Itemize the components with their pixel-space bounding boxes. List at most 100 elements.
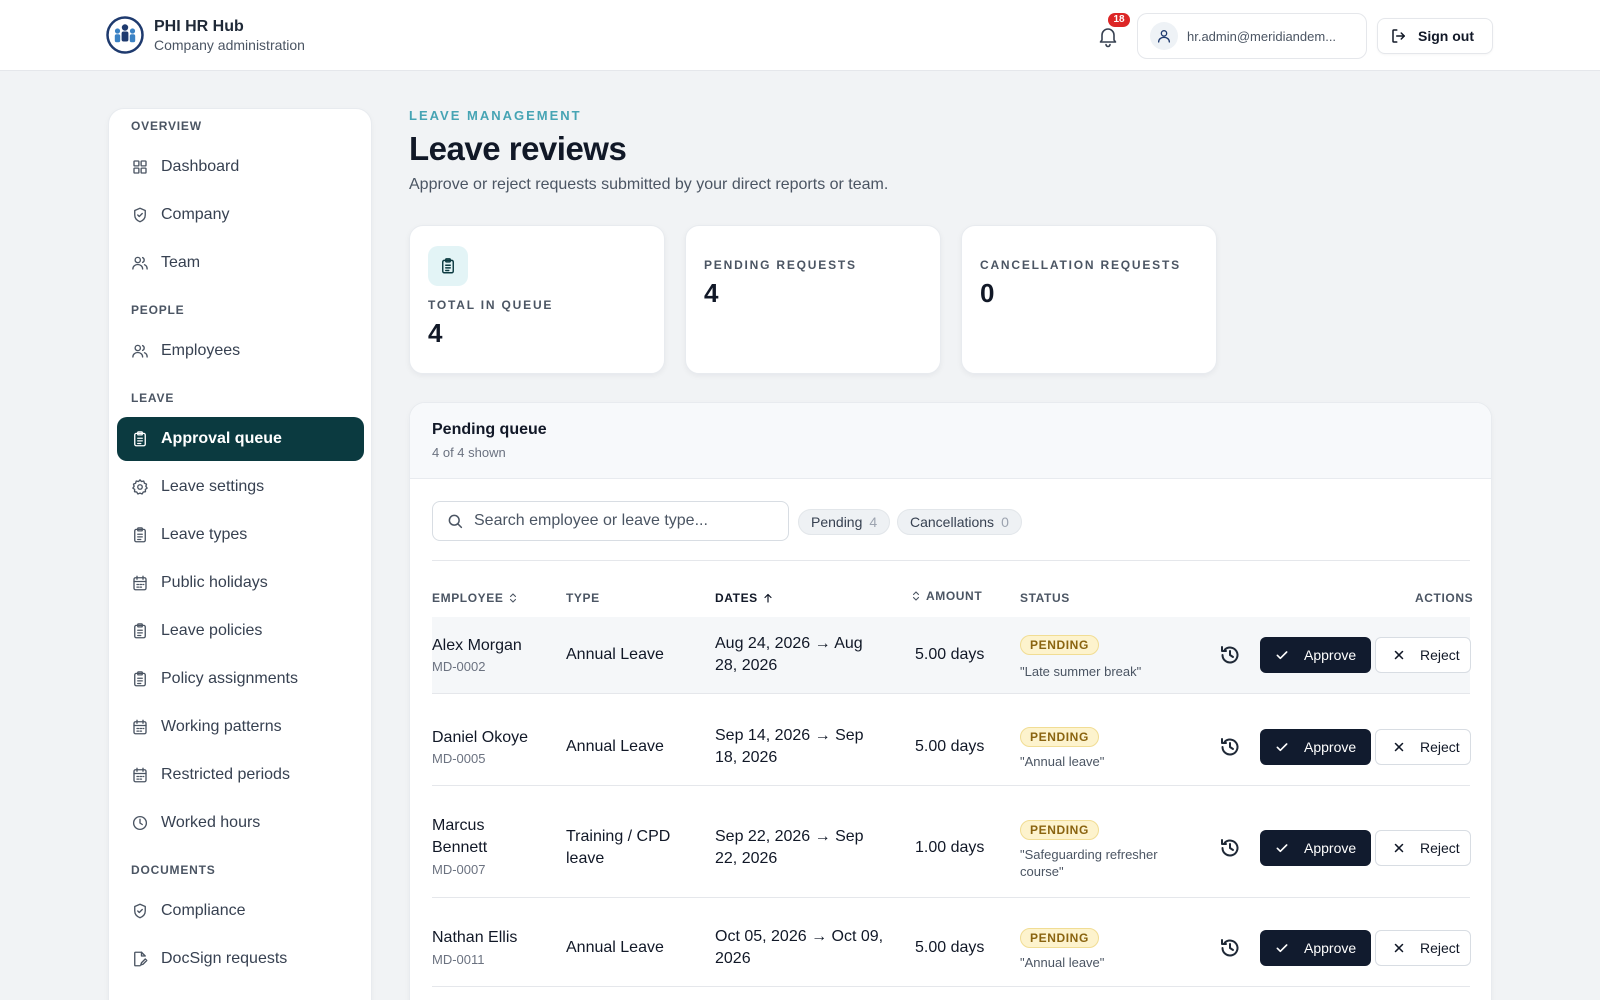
sidebar-item-label: Team — [161, 254, 201, 271]
column-header-amount[interactable]: AMOUNT — [910, 589, 982, 603]
reject-label: Reject — [1420, 647, 1460, 663]
sidebar-item-label: Policy assignments — [161, 670, 298, 687]
leave-type: Annual Leave — [566, 646, 664, 663]
sign-out-button[interactable]: Sign out — [1377, 18, 1493, 54]
reject-button[interactable]: Reject — [1375, 830, 1471, 866]
sidebar-item-approval-queue[interactable]: Approval queue — [117, 417, 364, 461]
approve-button[interactable]: Approve — [1260, 637, 1371, 673]
user-menu[interactable]: hr.admin@meridiandem... — [1137, 13, 1367, 59]
avatar — [1150, 22, 1178, 50]
stat-card-total: TOTAL IN QUEUE 4 — [409, 225, 665, 374]
search-input[interactable] — [474, 512, 764, 530]
approve-button[interactable]: Approve — [1260, 830, 1371, 866]
queue-header: Pending queue 4 of 4 shown — [410, 403, 1491, 479]
history-icon[interactable] — [1218, 836, 1242, 860]
page-title: Leave reviews — [409, 130, 627, 167]
check-icon — [1276, 651, 1288, 660]
clipboard-icon — [134, 527, 146, 543]
reject-label: Reject — [1420, 739, 1460, 755]
employee-name[interactable]: Nathan Ellis — [432, 929, 517, 947]
employee-name[interactable]: Alex Morgan — [432, 637, 522, 655]
sign-out-label: Sign out — [1418, 28, 1474, 44]
sidebar-item-leave-types[interactable]: Leave types — [117, 513, 364, 557]
stat-value: 4 — [428, 318, 443, 348]
shield-check-icon — [134, 903, 146, 919]
users-icon — [132, 256, 148, 270]
column-header-actions: ACTIONS — [1415, 591, 1473, 605]
clipboard-icon — [134, 623, 146, 639]
sidebar-item-leave-policies[interactable]: Leave policies — [117, 609, 364, 653]
sidebar-item-company[interactable]: Company — [117, 193, 364, 237]
brand[interactable]: PHI HR Hub Company administration — [106, 16, 305, 54]
sidebar-item-label: Approval queue — [161, 430, 282, 447]
request-note: "Late summer break" — [1020, 664, 1142, 679]
brand-logo-icon — [106, 16, 144, 54]
filter-chip-cancellations[interactable]: Cancellations 0 — [897, 509, 1022, 535]
employee-name[interactable]: Daniel Okoye — [432, 729, 528, 747]
sidebar-item-team[interactable]: Team — [117, 241, 364, 285]
leave-dates-end: 18, 2026 — [715, 749, 778, 766]
leave-dates-end: 22, 2026 — [715, 850, 778, 867]
sidebar-item-label: Compliance — [161, 902, 246, 919]
chip-count: 0 — [1001, 514, 1009, 530]
bell-icon[interactable] — [1096, 24, 1120, 48]
leave-dates-start: Sep 22, 2026 → Sep — [715, 828, 864, 845]
reject-button[interactable]: Reject — [1375, 930, 1471, 966]
column-header-type: TYPE — [566, 591, 600, 605]
chip-count: 4 — [869, 514, 878, 530]
search-icon — [448, 514, 463, 529]
stat-card-pending: PENDING REQUESTS 4 — [685, 225, 941, 374]
history-icon[interactable] — [1218, 643, 1242, 667]
page-subtitle: Approve or reject requests submitted by … — [409, 176, 889, 193]
sidebar-item-label: DocSign requests — [161, 950, 288, 967]
reject-button[interactable]: Reject — [1375, 729, 1471, 765]
employee-name-first[interactable]: Marcus — [432, 817, 484, 835]
sort-icon — [912, 591, 920, 601]
reject-button[interactable]: Reject — [1375, 637, 1471, 673]
history-icon[interactable] — [1218, 936, 1242, 960]
grid-icon — [133, 160, 147, 174]
section-label-documents: DOCUMENTS — [131, 863, 216, 877]
search-box[interactable] — [432, 501, 789, 541]
sidebar-item-leave-settings[interactable]: Leave settings — [117, 465, 364, 509]
history-icon[interactable] — [1218, 735, 1242, 759]
sidebar-item-compliance[interactable]: Compliance — [117, 889, 364, 933]
approve-label: Approve — [1304, 647, 1357, 663]
brand-subtitle: Company administration — [154, 36, 305, 53]
stat-value: 4 — [704, 278, 719, 308]
sidebar-item-worked-hours[interactable]: Worked hours — [117, 801, 364, 845]
sidebar-item-policy-assignments[interactable]: Policy assignments — [117, 657, 364, 701]
request-note-line1: "Safeguarding refresher — [1020, 847, 1158, 862]
stat-icon-wrap — [428, 246, 468, 286]
row-divider — [432, 897, 1470, 898]
section-label-leave: LEAVE — [131, 391, 175, 405]
approve-button[interactable]: Approve — [1260, 729, 1371, 765]
employee-name-last[interactable]: Bennett — [432, 839, 487, 857]
sidebar-item-restricted-periods[interactable]: Restricted periods — [117, 753, 364, 797]
chip-label: Cancellations — [910, 514, 995, 530]
request-note-line2: course" — [1020, 864, 1064, 879]
leave-dates-start: Aug 24, 2026 → Aug — [715, 635, 863, 652]
column-label: EMPLOYEE — [432, 591, 504, 605]
employee-id: MD-0011 — [432, 952, 485, 967]
divider — [432, 560, 1470, 561]
column-header-employee[interactable]: EMPLOYEE — [432, 591, 519, 605]
sidebar-item-dashboard[interactable]: Dashboard — [117, 145, 364, 189]
column-header-dates[interactable]: DATES — [715, 591, 774, 605]
sidebar-item-public-holidays[interactable]: Public holidays — [117, 561, 364, 605]
close-icon — [1394, 742, 1404, 752]
sidebar-item-label: Restricted periods — [161, 766, 290, 783]
sidebar-item-employees[interactable]: Employees — [117, 329, 364, 373]
filter-chip-pending[interactable]: Pending 4 — [798, 509, 891, 535]
leave-type-line1: Training / CPD — [566, 828, 671, 845]
sidebar-item-docsign-requests[interactable]: DocSign requests — [117, 937, 364, 981]
sidebar-item-working-patterns[interactable]: Working patterns — [117, 705, 364, 749]
approve-button[interactable]: Approve — [1260, 930, 1371, 966]
row-divider — [432, 785, 1470, 786]
page-eyebrow: LEAVE MANAGEMENT — [409, 108, 582, 123]
request-note: "Annual leave" — [1020, 955, 1105, 970]
document-sign-icon — [134, 951, 148, 967]
stat-value: 0 — [980, 278, 995, 308]
leave-amount: 5.00 days — [915, 738, 985, 755]
status-badge: PENDING — [1020, 727, 1099, 747]
